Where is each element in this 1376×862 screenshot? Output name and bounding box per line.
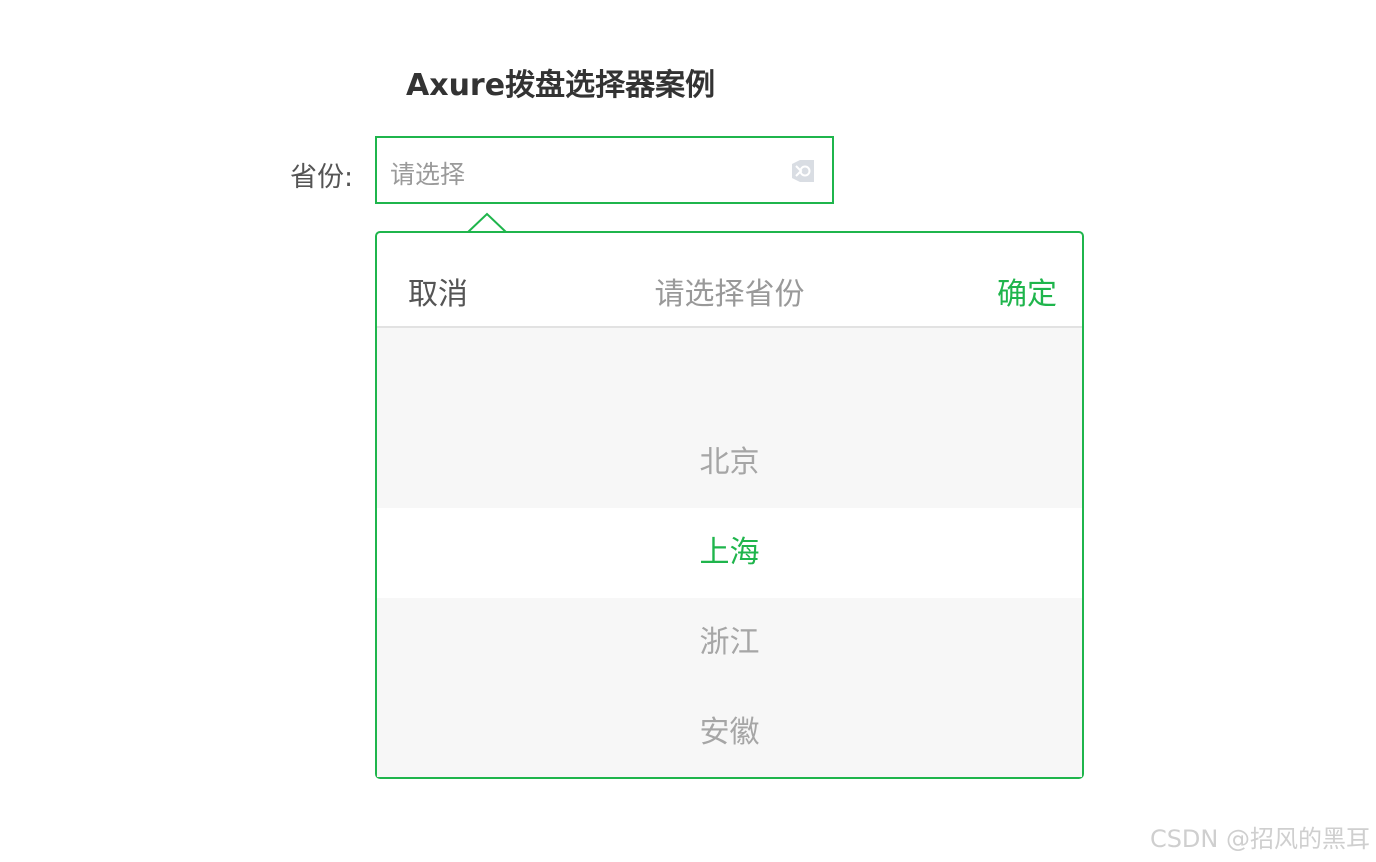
wheel-option-anhui[interactable]: 安徽 <box>377 688 1082 777</box>
watermark: CSDN @招风的黑耳 <box>1149 825 1370 853</box>
wheel-option-shanghai[interactable]: 上海 <box>377 508 1082 598</box>
picker-wheel[interactable]: 北京 上海 浙江 安徽 <box>377 328 1082 777</box>
wheel-option-beijing[interactable]: 北京 <box>377 418 1082 508</box>
page-title: Axure拨盘选择器案例 <box>406 68 716 103</box>
wheel-option-zhejiang[interactable]: 浙江 <box>377 598 1082 688</box>
picker-title: 请选择省份 <box>654 277 805 312</box>
picker-popup: 取消 请选择省份 确定 北京 上海 浙江 安徽 <box>375 231 1084 779</box>
province-placeholder: 请选择 <box>390 160 466 189</box>
clear-icon[interactable] <box>790 158 816 184</box>
province-label: 省份: <box>290 162 354 193</box>
picker-header: 取消 请选择省份 确定 <box>377 233 1082 328</box>
province-select[interactable]: 请选择 <box>375 136 834 204</box>
confirm-button[interactable]: 确定 <box>997 269 1057 313</box>
page: Axure拨盘选择器案例 省份: 请选择 取消 请选择省份 确定 北京 上海 浙… <box>0 0 1376 862</box>
